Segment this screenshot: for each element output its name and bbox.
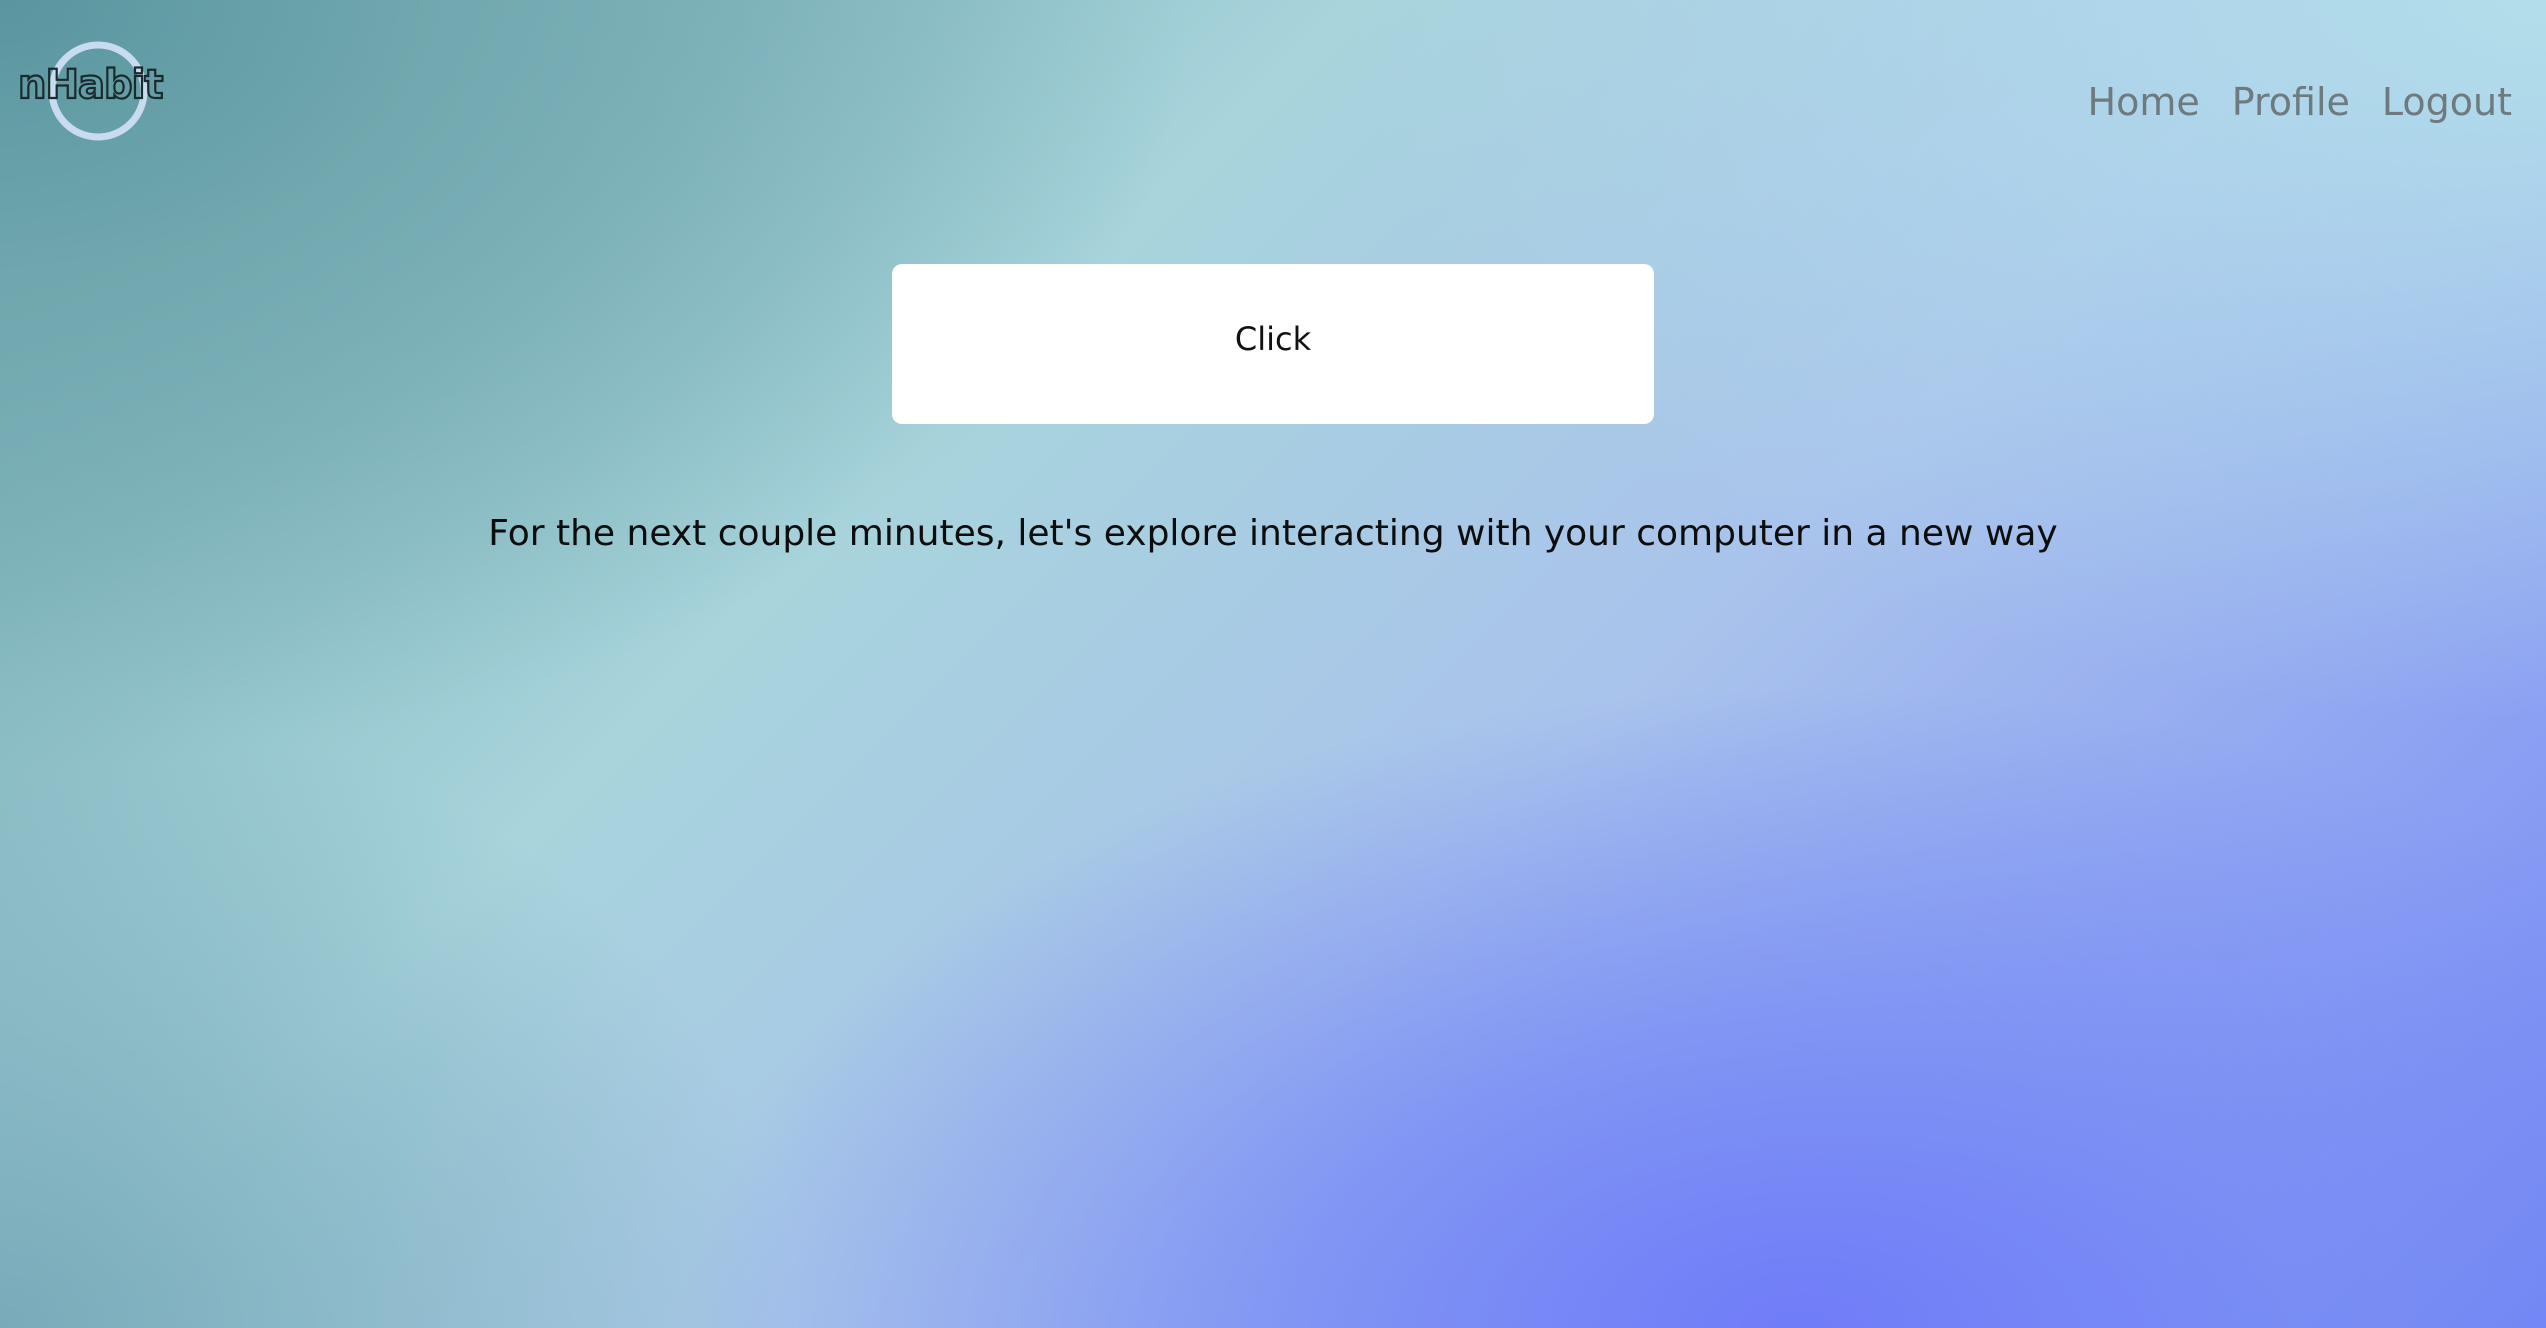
nav-logout-link[interactable]: Logout xyxy=(2382,74,2512,130)
click-button[interactable]: Click xyxy=(892,264,1654,424)
nav-home-link[interactable]: Home xyxy=(2088,74,2200,130)
top-nav: Home Profile Logout xyxy=(2088,74,2512,130)
logo-text: nHabit xyxy=(18,62,163,108)
app-logo[interactable]: nHabit xyxy=(16,36,186,146)
page-background xyxy=(0,0,2546,1328)
nav-profile-link[interactable]: Profile xyxy=(2232,74,2350,130)
instruction-text: For the next couple minutes, let's explo… xyxy=(488,513,2058,554)
